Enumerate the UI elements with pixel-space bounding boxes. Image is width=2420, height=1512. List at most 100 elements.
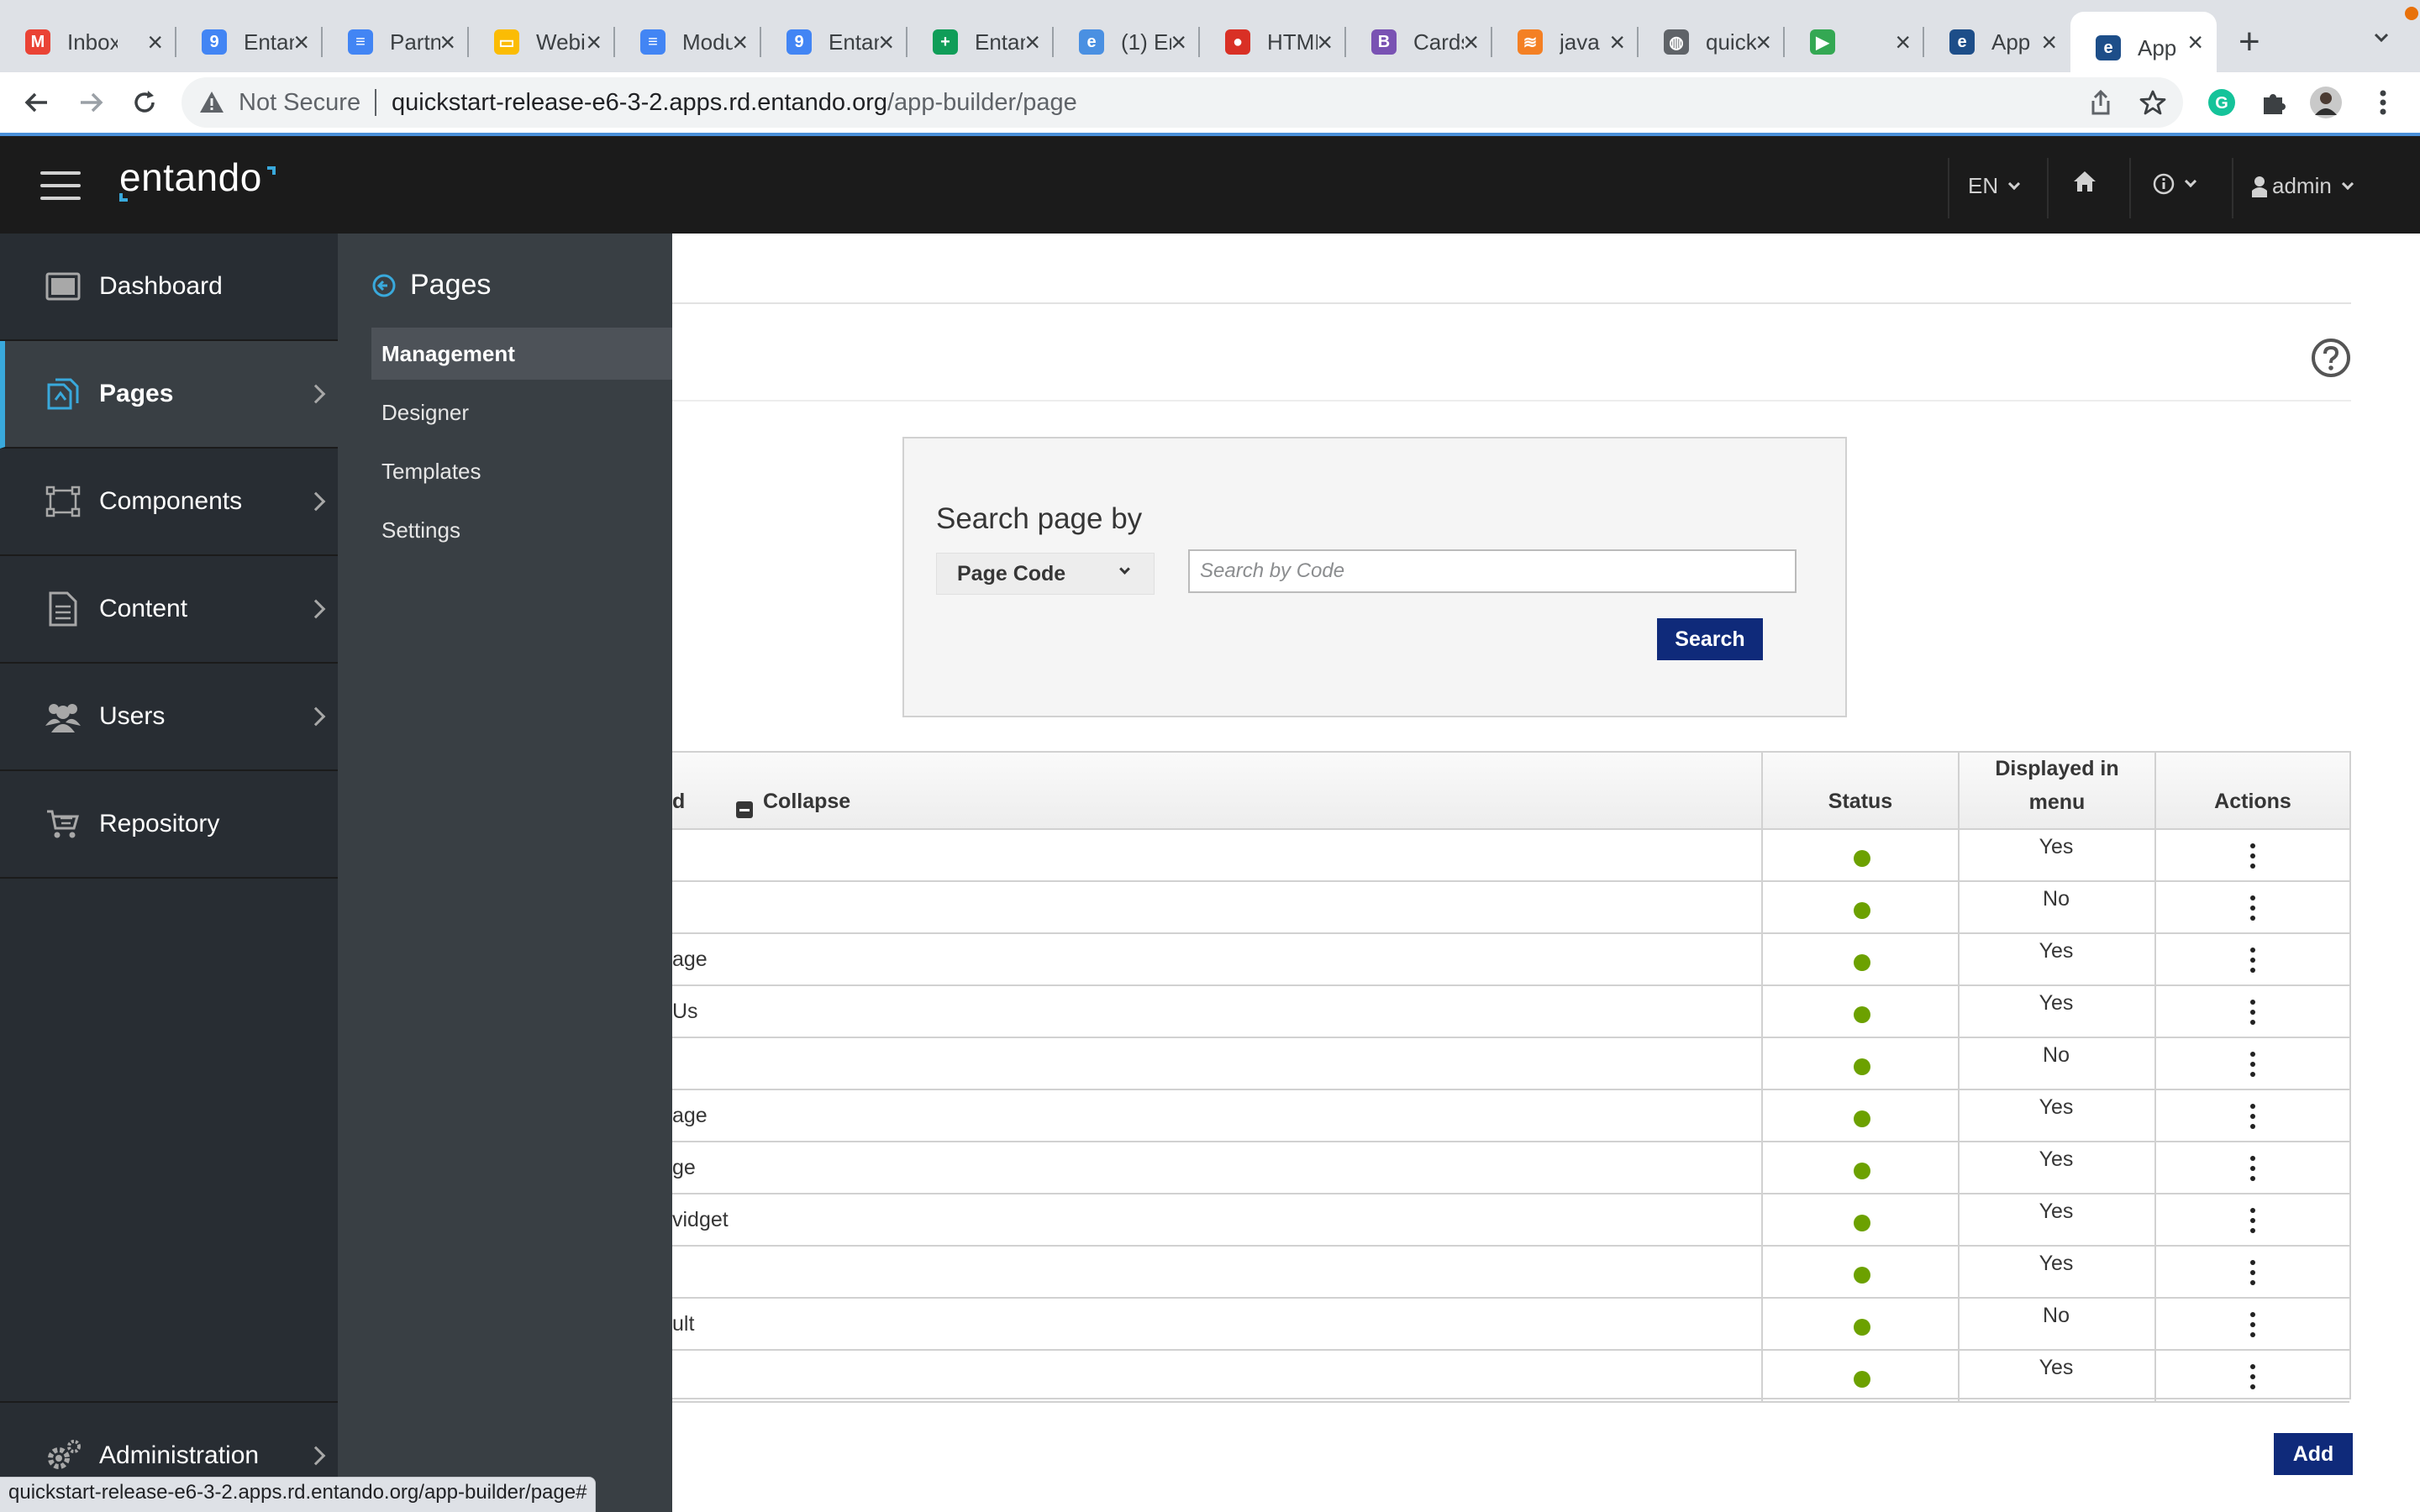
row-actions-kebab-icon[interactable] [2240,1050,2265,1079]
language-dropdown[interactable]: EN [1968,173,2021,199]
sidebar-item-components[interactable]: Components [0,449,338,556]
tab-title: App [2138,34,2177,60]
submenu-item-settings[interactable]: Settings [371,504,672,556]
back-icon[interactable] [18,84,55,121]
collapse-all-toggle[interactable]: Collapse [736,753,850,830]
tab-favicon-icon: ▭ [494,29,519,55]
row-actions-kebab-icon[interactable] [2240,998,2265,1026]
sidebar-item-dashboard[interactable]: Dashboard [0,234,338,341]
submenu-item-templates[interactable]: Templates [371,445,672,497]
search-field-select[interactable]: Page Code [936,553,1155,595]
browser-tab[interactable]: M Inbox × [0,17,176,67]
new-tab-button[interactable]: + [2238,24,2260,60]
add-page-button[interactable]: Add [2274,1433,2353,1475]
address-divider [375,89,376,116]
browser-tab[interactable]: 9 Entando× [176,17,323,67]
browser-tab-strip: MInbox×9Entando×≡Partner×▭Webinar×≡Modul… [0,0,2420,84]
search-button[interactable]: Search [1657,618,1763,660]
displayed-in-menu-cell: Yes [2039,835,2074,858]
grammarly-extension-icon[interactable]: G [2203,84,2240,121]
hamburger-menu-icon[interactable] [40,171,81,200]
sidebar-item-users[interactable]: Users [0,664,338,771]
sidebar-item-label: Administration [99,1441,260,1469]
extensions-puzzle-icon[interactable] [2255,84,2292,121]
row-actions-kebab-icon[interactable] [2240,946,2265,974]
browser-tab[interactable]: + Entando× [908,17,1054,67]
user-dropdown[interactable]: admin [2252,173,2354,199]
row-actions-kebab-icon[interactable] [2240,1102,2265,1131]
sidebar-item-repository[interactable]: Repository [0,771,338,879]
tab-close-icon[interactable]: × [1755,27,1771,57]
browser-tab[interactable]: ≡ Modules× [615,17,761,67]
browser-tab[interactable]: B Cards× [1346,17,1492,67]
reload-icon[interactable] [126,84,163,121]
tab-favicon-icon: ≡ [640,29,666,55]
status-published-icon [1854,850,1870,867]
tab-close-icon[interactable]: × [2041,27,2057,57]
row-actions-kebab-icon[interactable] [2240,842,2265,870]
tab-title: Entando [975,29,1025,55]
tab-close-icon[interactable]: × [2187,27,2203,57]
column-header-status: Status [1828,790,1893,813]
row-actions-kebab-icon[interactable] [2240,1362,2265,1391]
row-actions-kebab-icon[interactable] [2240,1154,2265,1183]
submenu-title[interactable]: Pages [371,269,491,302]
browser-tab[interactable]: ◍ quickstart× [1639,17,1785,67]
sidebar-item-label: Users [99,702,166,730]
browser-tab[interactable]: ● HTML× [1200,17,1346,67]
browser-tab[interactable]: ≡ Partner× [323,17,469,67]
tab-close-icon[interactable]: × [878,27,894,57]
row-actions-kebab-icon[interactable] [2240,1206,2265,1235]
tab-title: quickstart [1706,29,1756,55]
address-bar[interactable]: Not Secure quickstart-release-e6-3-2.app… [182,77,2183,128]
page-name-cell[interactable]: ge [672,1156,696,1180]
tab-close-icon[interactable]: × [293,27,309,57]
tab-close-icon[interactable]: × [586,27,602,57]
chevron-down-icon [2341,177,2354,190]
page-name-cell[interactable]: vidget [672,1208,729,1232]
tab-close-icon[interactable]: × [1895,27,1911,57]
row-actions-kebab-icon[interactable] [2240,894,2265,922]
displayed-in-menu-cell: Yes [2039,939,2074,963]
browser-tab[interactable]: ▶ × [1785,17,1924,67]
sidebar-item-content[interactable]: Content [0,556,338,664]
share-icon[interactable] [2082,84,2119,121]
browser-tab[interactable]: e App × [1924,17,2070,67]
tab-title: Webinar [536,29,587,55]
tab-close-icon[interactable]: × [1609,27,1625,57]
tab-search-icon[interactable] [2371,27,2391,47]
info-dropdown[interactable] [2153,173,2197,195]
tab-close-icon[interactable]: × [1024,27,1040,57]
browser-menu-icon[interactable] [2365,84,2402,121]
page-name-cell[interactable]: age [672,948,708,972]
entando-logo[interactable]: entando [119,155,262,200]
tab-favicon-icon: + [933,29,958,55]
page-name-cell[interactable]: ult [672,1312,694,1336]
table-row: No [672,1038,2349,1090]
help-icon[interactable] [2311,338,2351,378]
home-icon[interactable] [2072,170,2097,193]
tab-close-icon[interactable]: × [1171,27,1186,57]
browser-tab[interactable]: e (1) Entando× [1054,17,1200,67]
bookmark-star-icon[interactable] [2134,84,2171,121]
tab-close-icon[interactable]: × [1317,27,1333,57]
browser-tab[interactable]: ▭ Webinar× [469,17,615,67]
submenu-item-management[interactable]: Management [371,328,672,380]
tab-close-icon[interactable]: × [732,27,748,57]
search-input[interactable] [1188,549,1797,593]
tab-close-icon[interactable]: × [147,27,163,57]
profile-avatar[interactable] [2307,84,2344,121]
forward-icon[interactable] [72,84,109,121]
browser-tab[interactable]: ≋ java × [1492,17,1639,67]
page-name-cell[interactable]: age [672,1104,708,1128]
browser-tab[interactable]: 9 Entando× [761,17,908,67]
tab-close-icon[interactable]: × [439,27,455,57]
sidebar-item-pages[interactable]: Pages [0,341,338,449]
page-name-cell[interactable]: Us [672,1000,698,1024]
tab-title: java [1560,29,1600,55]
row-actions-kebab-icon[interactable] [2240,1258,2265,1287]
tab-close-icon[interactable]: × [1463,27,1479,57]
submenu-item-designer[interactable]: Designer [371,386,672,438]
row-actions-kebab-icon[interactable] [2240,1310,2265,1339]
search-field-value: Page Code [957,561,1066,585]
